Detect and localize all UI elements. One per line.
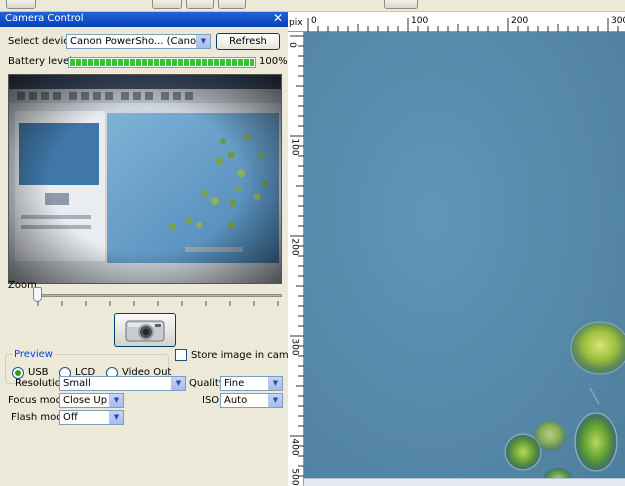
image-view: pix 0 100 200 30 0 100 200 300 400 500	[286, 12, 625, 486]
device-select[interactable]: Canon PowerSho... (Canon PS) ▼	[66, 34, 211, 49]
vertical-ruler-ticks	[290, 35, 304, 477]
zoom-slider-track[interactable]	[36, 294, 282, 297]
focus-mode-value: Close Up	[63, 395, 108, 406]
h-ruler-label: 100	[411, 16, 429, 26]
preview-group-label: Preview	[12, 349, 55, 360]
preview-image	[9, 75, 281, 283]
capture-button[interactable]	[114, 313, 176, 347]
battery-level-fill	[70, 59, 254, 66]
quality-value: Fine	[224, 378, 245, 389]
battery-level-bar	[68, 57, 256, 68]
panel-title: Camera Control	[5, 13, 84, 24]
flash-mode-value: Off	[63, 412, 78, 423]
camera-live-preview	[8, 74, 282, 284]
v-ruler-label: 100	[289, 138, 300, 156]
chevron-down-icon[interactable]: ▼	[268, 377, 282, 390]
horizontal-scrollbar[interactable]	[304, 478, 625, 486]
camera-icon	[125, 320, 165, 342]
resolution-select[interactable]: Small ▼	[59, 376, 186, 391]
close-icon[interactable]: ✕	[273, 11, 283, 25]
quality-select[interactable]: Fine ▼	[220, 376, 283, 391]
iso-select[interactable]: Auto ▼	[220, 393, 283, 408]
horizontal-ruler-ticks	[307, 18, 619, 32]
v-ruler-label: 300	[289, 338, 300, 356]
captured-image-canvas[interactable]	[304, 32, 625, 486]
h-ruler-label: 0	[311, 16, 317, 26]
zoom-slider-thumb[interactable]	[33, 287, 42, 302]
vertical-ruler: 0 100 200 300 400 500	[286, 32, 304, 486]
chevron-down-icon[interactable]: ▼	[109, 411, 123, 424]
toolbar-button[interactable]	[152, 0, 182, 9]
ruler-unit-label: pix	[289, 18, 303, 28]
chevron-down-icon[interactable]: ▼	[171, 377, 185, 390]
iso-label: ISO	[202, 395, 220, 406]
chevron-down-icon[interactable]: ▼	[268, 394, 282, 407]
zoom-tick-marks	[37, 301, 279, 306]
toolbar-button[interactable]	[186, 0, 214, 9]
focus-mode-select[interactable]: Close Up ▼	[59, 393, 124, 408]
h-ruler-label: 200	[511, 16, 529, 26]
resolution-value: Small	[63, 378, 91, 389]
radio-usb-label[interactable]: USB	[28, 367, 49, 378]
microscope-image	[304, 32, 625, 486]
top-toolbar-strip	[0, 0, 625, 12]
h-ruler-label: 300	[611, 16, 625, 26]
horizontal-ruler: pix 0 100 200 300	[288, 12, 625, 32]
store-image-checkbox[interactable]	[175, 349, 187, 361]
flash-mode-select[interactable]: Off ▼	[59, 410, 124, 425]
toolbar-button[interactable]	[384, 0, 418, 9]
device-select-value: Canon PowerSho... (Canon PS)	[70, 36, 211, 47]
toolbar-button[interactable]	[218, 0, 246, 9]
v-ruler-label: 400	[289, 438, 300, 456]
camera-control-panel: Camera Control ✕ Select device Canon Pow…	[0, 11, 305, 486]
iso-value: Auto	[224, 395, 248, 406]
battery-level-label: Battery level	[8, 56, 72, 67]
panel-title-bar: Camera Control ✕	[0, 11, 288, 27]
v-ruler-label: 500	[289, 468, 300, 486]
select-device-label: Select device	[8, 36, 75, 47]
v-ruler-label: 200	[289, 238, 300, 256]
chevron-down-icon[interactable]: ▼	[109, 394, 123, 407]
toolbar-button[interactable]	[6, 0, 36, 9]
chevron-down-icon[interactable]: ▼	[196, 35, 210, 48]
refresh-button[interactable]: Refresh	[216, 33, 280, 50]
v-ruler-label: 0	[286, 42, 297, 48]
battery-percent: 100%	[259, 56, 288, 67]
